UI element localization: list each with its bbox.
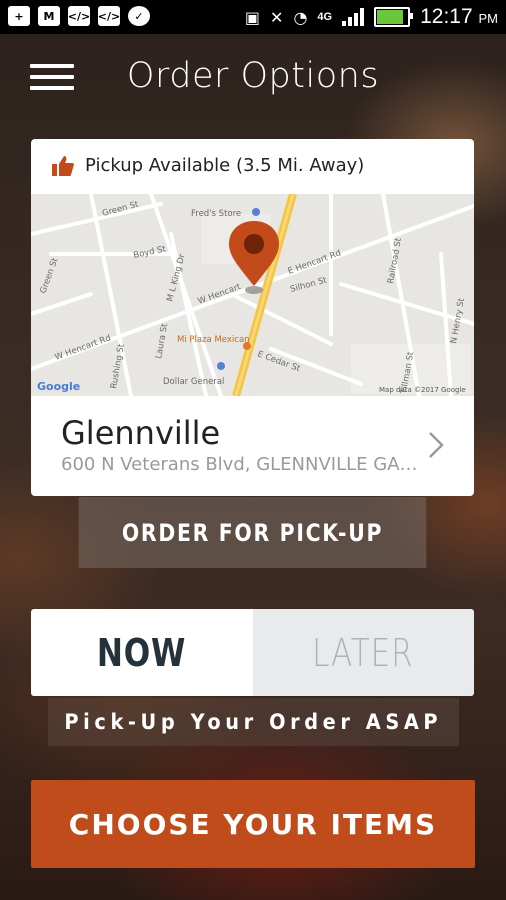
messenger-icon: ✓ bbox=[128, 6, 150, 26]
pickup-available-label: Pickup Available (3.5 Mi. Away) bbox=[85, 155, 365, 176]
map-label-mi-plaza: Mi Plaza Mexican bbox=[177, 335, 250, 345]
pickup-availability: Pickup Available (3.5 Mi. Away) bbox=[31, 139, 474, 194]
later-option[interactable]: LATER bbox=[252, 609, 474, 696]
now-option[interactable]: NOW bbox=[31, 609, 253, 696]
code-icon: </> bbox=[68, 6, 90, 26]
app-header: Order Options bbox=[0, 34, 506, 118]
store-map[interactable]: Fred's Store Green St Boyd St M L King D… bbox=[31, 194, 474, 396]
map-label-dollar: Dollar General bbox=[163, 377, 224, 387]
code-icon: </> bbox=[98, 6, 120, 26]
gmail-icon: M bbox=[38, 6, 60, 26]
store-address: 600 N Veterans Blvd, GLENNVILLE GA 30427 bbox=[61, 454, 421, 475]
map-attribution: Map data ©2017 Google bbox=[379, 386, 466, 394]
clock: 12:17 PM bbox=[420, 5, 498, 28]
page-title: Order Options bbox=[126, 56, 380, 96]
status-bar: + M </> </> ✓ ▣ ✕ ◔ 4G 12:17 PM bbox=[0, 0, 506, 34]
mute-icon: ✕ bbox=[270, 7, 284, 27]
chevron-right-icon bbox=[429, 432, 444, 458]
order-for-pickup-button[interactable]: ORDER FOR PICK-UP bbox=[78, 497, 427, 568]
location-card: Pickup Available (3.5 Mi. Away) Fred's S… bbox=[31, 139, 474, 496]
store-selector[interactable]: Glennville 600 N Veterans Blvd, GLENNVIL… bbox=[31, 396, 474, 496]
choose-your-items-button[interactable]: CHOOSE YOUR ITEMS bbox=[31, 780, 475, 868]
lte-icon: 4G bbox=[317, 11, 333, 23]
thumbs-up-icon bbox=[52, 156, 74, 176]
nfc-icon: ▣ bbox=[244, 7, 261, 27]
map-label-freds: Fred's Store bbox=[191, 209, 241, 219]
google-logo: Google bbox=[37, 380, 80, 393]
battery-icon bbox=[374, 7, 414, 27]
asap-banner: Pick-Up Your Order ASAP bbox=[48, 698, 459, 746]
time-toggle: NOW LATER bbox=[31, 609, 474, 696]
store-name: Glennville bbox=[61, 414, 221, 452]
signal-icon bbox=[342, 8, 365, 26]
add-icon: + bbox=[8, 6, 30, 26]
wifi-icon: ◔ bbox=[293, 7, 308, 27]
